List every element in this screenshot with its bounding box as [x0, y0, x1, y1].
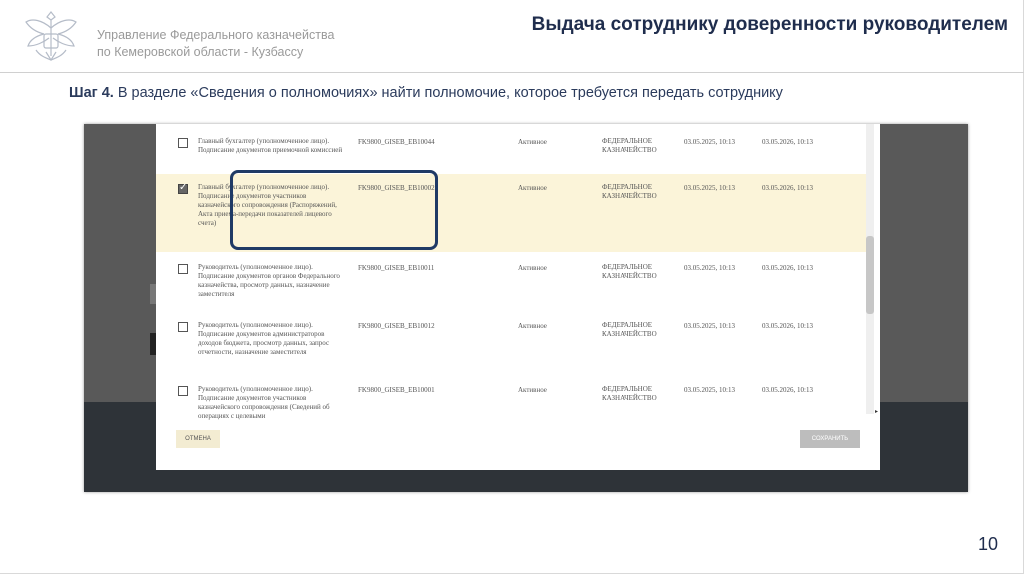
organization-name: Управление Федерального казначейства по …: [97, 27, 334, 61]
treasury-emblem-icon: [25, 11, 77, 62]
authority-code: FK9800_GISEB_EB10012: [358, 322, 435, 330]
authority-organization: ФЕДЕРАЛЬНОЕ КАЗНАЧЕЙСТВО: [602, 385, 657, 402]
step-instruction: Шаг 4. В разделе «Сведения о полномочиях…: [69, 85, 783, 101]
row-checkbox[interactable]: [178, 322, 188, 332]
save-button[interactable]: СОХРАНИТЬ: [800, 430, 860, 448]
row-checkbox[interactable]: [178, 138, 188, 148]
authority-code: FK9800_GISEB_EB10044: [358, 138, 435, 146]
authority-status: Активное: [518, 184, 547, 192]
org-line-2: по Кемеровской области - Кузбассу: [97, 45, 304, 59]
row-checkbox[interactable]: [178, 264, 188, 274]
selection-highlight-frame: [230, 170, 438, 250]
authority-organization: ФЕДЕРАЛЬНОЕ КАЗНАЧЕЙСТВО: [602, 183, 657, 200]
authority-name: Главный бухгалтер (уполномоченное лицо).…: [198, 137, 343, 154]
authority-organization: ФЕДЕРАЛЬНОЕ КАЗНАЧЕЙСТВО: [602, 321, 657, 338]
scrollbar-thumb[interactable]: [866, 236, 874, 314]
valid-from: 03.05.2025, 10:13: [684, 264, 735, 272]
cancel-button[interactable]: ОТМЕНА: [176, 430, 220, 448]
valid-from: 03.05.2025, 10:13: [684, 184, 735, 192]
app-screenshot: Главный бухгалтер (уполномоченное лицо).…: [84, 124, 968, 492]
authority-code: FK9800_GISEB_EB10001: [358, 386, 435, 394]
authority-status: Активное: [518, 264, 547, 272]
table-row[interactable]: Главный бухгалтер (уполномоченное лицо).…: [156, 128, 872, 174]
authority-selection-dialog: Главный бухгалтер (уполномоченное лицо).…: [156, 124, 880, 470]
row-checkbox[interactable]: [178, 386, 188, 396]
scrollbar[interactable]: [866, 124, 874, 414]
authority-name: Руководитель (уполномоченное лицо). Подп…: [198, 321, 330, 356]
org-line-1: Управление Федерального казначейства: [97, 28, 335, 42]
authority-code: FK9800_GISEB_EB10011: [358, 264, 435, 272]
valid-to: 03.05.2026, 10:13: [762, 386, 813, 394]
valid-from: 03.05.2025, 10:13: [684, 322, 735, 330]
header-divider: [0, 72, 1024, 73]
table-row[interactable]: Руководитель (уполномоченное лицо). Подп…: [156, 376, 872, 426]
step-text: В разделе «Сведения о полномочиях» найти…: [113, 85, 783, 101]
authority-organization: ФЕДЕРАЛЬНОЕ КАЗНАЧЕЙСТВО: [602, 137, 657, 154]
table-row[interactable]: Руководитель (уполномоченное лицо). Подп…: [156, 312, 872, 374]
table-row[interactable]: Руководитель (уполномоченное лицо). Подп…: [156, 254, 872, 310]
page-number: 10: [977, 534, 998, 554]
valid-to: 03.05.2026, 10:13: [762, 264, 813, 272]
slide: Управление Федерального казначейства по …: [0, 0, 1024, 574]
authority-status: Активное: [518, 386, 547, 394]
slide-title: Выдача сотруднику доверенности руководит…: [531, 14, 1008, 35]
authority-status: Активное: [518, 322, 547, 330]
authority-organization: ФЕДЕРАЛЬНОЕ КАЗНАЧЕЙСТВО: [602, 263, 657, 280]
step-label: Шаг 4.: [69, 85, 114, 101]
authority-name: Руководитель (уполномоченное лицо). Подп…: [198, 263, 340, 298]
valid-from: 03.05.2025, 10:13: [684, 386, 735, 394]
valid-to: 03.05.2026, 10:13: [762, 184, 813, 192]
scroll-arrow-icon[interactable]: ▸: [875, 408, 878, 415]
valid-from: 03.05.2025, 10:13: [684, 138, 735, 146]
header: Управление Федерального казначейства по …: [0, 0, 1024, 70]
valid-to: 03.05.2026, 10:13: [762, 138, 813, 146]
row-checkbox[interactable]: [178, 182, 188, 194]
authority-status: Активное: [518, 138, 547, 146]
authority-name: Руководитель (уполномоченное лицо). Подп…: [198, 385, 330, 420]
valid-to: 03.05.2026, 10:13: [762, 322, 813, 330]
